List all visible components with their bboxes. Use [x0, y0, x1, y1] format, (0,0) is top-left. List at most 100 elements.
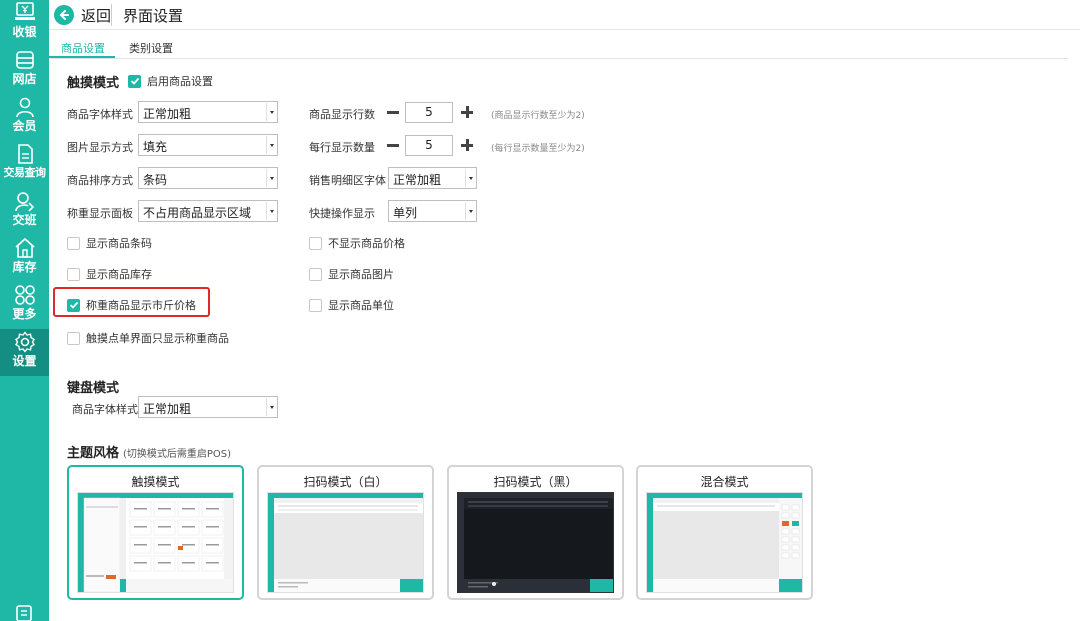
- select-value: 正常加粗: [143, 107, 192, 121]
- checkbox-label: 显示商品单位: [328, 299, 394, 312]
- hide-price-checkbox[interactable]: 不显示商品价格: [309, 235, 405, 251]
- sidebar-item-store[interactable]: 网店: [0, 47, 49, 94]
- checkbox-box: [67, 236, 80, 250]
- checkbox-label: 触摸点单界面只显示称重商品: [86, 332, 229, 345]
- sidebar-item-cashier[interactable]: 收银: [0, 0, 49, 47]
- sidebar-item-label: 更多: [12, 307, 37, 321]
- show-unit-checkbox[interactable]: 显示商品单位: [309, 297, 394, 313]
- sidebar-item-label: 网店: [12, 72, 37, 86]
- select-value: 正常加粗: [393, 173, 442, 187]
- bottom-document-icon[interactable]: [13, 603, 35, 621]
- keyboard-section-title: 键盘模式: [67, 381, 120, 396]
- scale-panel-select[interactable]: 不占用商品显示区域: [138, 200, 278, 222]
- sidebar-item-label: 交易查询: [3, 166, 47, 179]
- checkbox-label: 显示商品图片: [328, 268, 394, 281]
- select-value: 正常加粗: [143, 402, 192, 416]
- rows-input[interactable]: 5: [405, 102, 453, 123]
- show-jin-price-checkbox[interactable]: 称重商品显示市斤价格: [67, 297, 196, 313]
- active-tab-indicator: [49, 56, 115, 58]
- show-image-checkbox[interactable]: 显示商品图片: [309, 266, 394, 282]
- theme-thumbnail-scan-white: [267, 492, 424, 593]
- select-value: 单列: [393, 206, 418, 220]
- checkbox-box: [309, 298, 322, 312]
- theme-thumbnail-mixed: [646, 492, 803, 593]
- per-row-input[interactable]: 5: [405, 135, 453, 156]
- checkmark-icon: [69, 301, 78, 309]
- checkbox-box: [309, 236, 322, 250]
- handover-icon: [14, 192, 34, 212]
- per-row-label: 每行显示数量: [309, 141, 375, 154]
- theme-card-label: 触摸模式: [131, 475, 180, 489]
- detail-font-select[interactable]: 正常加粗: [388, 167, 477, 189]
- checkbox-label: 显示商品库存: [86, 268, 152, 281]
- theme-card-mixed[interactable]: 混合模式: [636, 465, 813, 600]
- tab-category-settings[interactable]: 类别设置: [129, 40, 173, 56]
- tab-bar: 商品设置 类别设置: [49, 36, 1068, 59]
- chevron-down-icon: [465, 169, 475, 187]
- theme-card-label: 扫码模式（白）: [303, 475, 388, 489]
- tab-product-settings[interactable]: 商品设置: [61, 40, 105, 56]
- select-value: 填充: [143, 140, 168, 154]
- chevron-down-icon: [465, 202, 475, 220]
- sidebar-item-label: 设置: [12, 354, 37, 368]
- sidebar-item-member[interactable]: 会员: [0, 94, 49, 141]
- gear-icon: [14, 331, 35, 353]
- sidebar-item-label: 库存: [12, 260, 37, 274]
- select-value: 不占用商品显示区域: [143, 206, 252, 220]
- back-label: 返回: [81, 6, 112, 25]
- font-style-select[interactable]: 正常加粗: [138, 101, 278, 123]
- font-style-label: 商品字体样式: [67, 108, 133, 121]
- checkbox-box: [67, 267, 80, 281]
- back-button[interactable]: 返回: [54, 4, 111, 26]
- rows-hint: (商品显示行数至少为2): [491, 111, 585, 121]
- rows-increment-button[interactable]: [460, 105, 474, 119]
- per-row-increment-button[interactable]: [460, 138, 474, 152]
- show-stock-checkbox[interactable]: 显示商品库存: [67, 266, 152, 282]
- theme-card-label: 混合模式: [700, 475, 749, 489]
- sidebar-item-inventory[interactable]: 库存: [0, 235, 49, 282]
- checkbox-label: 称重商品显示市斤价格: [86, 299, 196, 312]
- touch-section-title: 触摸模式: [67, 76, 120, 91]
- checkmark-icon: [130, 77, 139, 85]
- theme-card-scan-black[interactable]: 扫码模式（黑）: [447, 465, 624, 600]
- only-weighed-checkbox[interactable]: 触摸点单界面只显示称重商品: [67, 330, 229, 346]
- rows-decrement-button[interactable]: [386, 105, 400, 119]
- checkbox-box: [309, 267, 322, 281]
- page-title: 界面设置: [123, 7, 184, 25]
- sidebar-item-more[interactable]: 更多: [0, 282, 49, 329]
- chevron-down-icon: [266, 398, 276, 416]
- checkbox-label: 不显示商品价格: [328, 237, 405, 250]
- image-mode-label: 图片显示方式: [67, 141, 133, 154]
- scale-panel-label: 称重显示面板: [67, 207, 133, 220]
- per-row-decrement-button[interactable]: [386, 138, 400, 152]
- sidebar-item-label: 收银: [12, 25, 37, 39]
- show-barcode-checkbox[interactable]: 显示商品条码: [67, 235, 152, 251]
- header: 返回 界面设置: [49, 0, 1080, 30]
- sidebar-item-transactions[interactable]: 交易查询: [0, 141, 49, 188]
- sidebar-item-settings[interactable]: 设置: [0, 329, 49, 376]
- theme-section-title: 主题风格: [67, 446, 120, 461]
- sidebar-item-handover[interactable]: 交班: [0, 188, 49, 235]
- chevron-down-icon: [266, 136, 276, 154]
- sidebar: 收银 网店 会员 交易查询 交班 库存 更多 设置: [0, 0, 49, 621]
- sidebar-item-label: 会员: [12, 119, 37, 133]
- image-mode-select[interactable]: 填充: [138, 134, 278, 156]
- theme-card-scan-white[interactable]: 扫码模式（白）: [257, 465, 434, 600]
- quick-op-select[interactable]: 单列: [388, 200, 477, 222]
- more-grid-icon: [14, 285, 35, 305]
- header-divider: [111, 4, 112, 26]
- cashier-icon: [14, 2, 35, 20]
- sort-select[interactable]: 条码: [138, 167, 278, 189]
- enable-product-settings-checkbox[interactable]: 启用商品设置: [128, 73, 213, 89]
- theme-card-touch[interactable]: 触摸模式: [67, 465, 244, 600]
- sidebar-item-label: 交班: [12, 213, 37, 227]
- back-arrow-icon: [54, 5, 74, 25]
- chevron-down-icon: [266, 169, 276, 187]
- keyboard-font-style-select[interactable]: 正常加粗: [138, 396, 278, 418]
- theme-card-label: 扫码模式（黑）: [493, 475, 578, 489]
- sort-label: 商品排序方式: [67, 174, 133, 187]
- theme-hint: (切换模式后需重启POS): [123, 449, 232, 460]
- chevron-down-icon: [266, 202, 276, 220]
- detail-font-label: 销售明细区字体: [309, 174, 386, 187]
- checkbox-label: 显示商品条码: [86, 237, 152, 250]
